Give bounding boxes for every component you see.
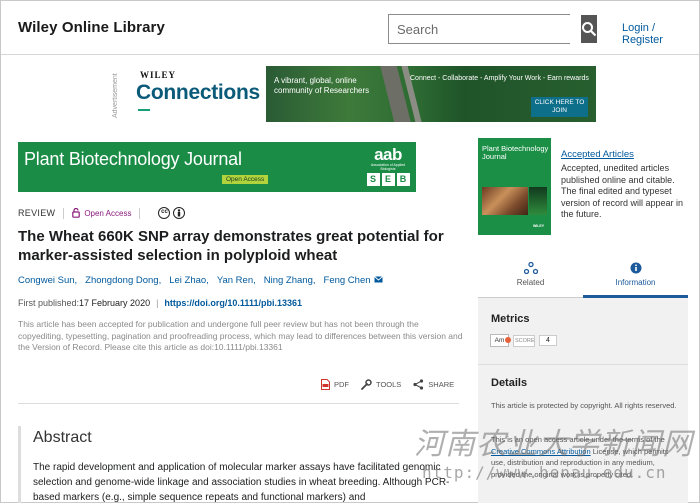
ad-brand: WILEY [140,70,177,80]
accepted-article-note: This article has been accepted for publi… [18,319,463,352]
sidebar-tabs: Related Information [478,256,688,298]
corresponding-author-mail-icon [374,276,383,283]
first-published-label: First published: [18,298,80,308]
metrics-heading: Metrics [491,313,530,325]
altmetric-badge: Am [490,334,511,347]
article-tools: PDF TOOLS SHARE [321,379,466,390]
login-register-link[interactable]: Login / Register [622,22,699,46]
ad-banner[interactable]: A vibrant, global, online community of R… [266,66,596,122]
attribution-icon [173,207,186,219]
abstract-text: The rapid development and application of… [33,462,450,503]
accepted-articles-description: Accepted, unedited articles published on… [561,163,684,219]
separator [139,207,141,219]
license-icons[interactable]: cc [158,207,186,219]
publication-info: First published: 17 February 2020 | http… [18,298,302,308]
ad-tagline: A vibrant, global, online community of R… [274,76,370,95]
journal-name: Plant Biotechnology Journal [24,149,242,169]
accepted-articles-link[interactable]: Accepted Articles [561,149,634,160]
cover-title: Plant Biotechnology Journal [482,144,549,161]
seb-letter: E [381,173,395,186]
separator [63,207,65,219]
tools-button[interactable]: TOOLS [361,379,401,390]
pdf-label: PDF [334,380,349,389]
author-link[interactable]: Yan Ren, [217,275,256,286]
ad-label: Advertisement [112,73,119,119]
cover-image-side [529,187,547,215]
watermark-url: http://www.henau.edu.cn [422,463,667,482]
info-icon [630,262,641,274]
cover-image [482,187,528,215]
separator: | [156,298,159,308]
ad-title: Connections [136,81,260,104]
author-link[interactable]: Feng Chen [324,275,384,286]
related-icon [523,262,538,274]
tools-label: TOOLS [376,380,402,389]
seb-letter: B [396,173,410,186]
seb-logo: S E B [364,173,412,186]
score-value: 4 [539,335,557,346]
search-button[interactable] [581,15,597,43]
search-box [388,14,597,44]
tab-information[interactable]: Information [583,256,688,298]
article-type-row: REVIEW Open Access cc [18,207,186,219]
author-link[interactable]: Lei Zhao, [169,275,209,286]
tab-label: Related [516,278,545,287]
journal-cover[interactable]: Plant Biotechnology Journal WILEY [478,138,551,235]
tab-related[interactable]: Related [478,256,583,297]
details-heading: Details [491,377,528,389]
pdf-icon [321,379,330,390]
seb-letter: S [366,173,380,186]
score-label: SCORE [513,334,535,347]
watermark-text: 河南农业大学新闻网 [414,427,693,462]
author-list: Congwei Sun, Zhongdong Dong, Lei Zhao, Y… [18,275,383,286]
journal-banner[interactable]: Plant Biotechnology Journal Open Access … [18,142,416,192]
first-published-date: 17 February 2020 [79,298,151,308]
ad-slogan: Connect - Collaborate - Amplify Your Wor… [410,75,589,82]
copyright-notice: This article is protected by copyright. … [491,401,677,410]
open-access-label[interactable]: Open Access [84,209,131,218]
society-logo: aab Association of Applied Biologists S … [364,146,412,188]
author-link[interactable]: Zhongdong Dong, [85,275,161,286]
article-type: REVIEW [18,208,56,218]
share-icon [413,379,424,390]
ad-underline [138,109,150,111]
cover-publisher: WILEY [533,224,545,228]
cc-icon: cc [158,207,171,219]
article-title: The Wheat 660K SNP array demonstrates gr… [18,228,444,264]
aab-logo-subtitle: Association of Applied Biologists [370,163,406,171]
site-logo[interactable]: Wiley Online Library [18,19,165,36]
author-name: Feng Chen [323,275,371,286]
site-header: Wiley Online Library Login / Register [1,1,699,55]
aab-logo-text: aab [374,145,402,164]
ad-join-button[interactable]: CLICK HERE TO JOIN [531,97,588,117]
doi-link[interactable]: https://doi.org/10.1111/pbi.13361 [164,298,302,308]
abstract-heading: Abstract [33,429,92,446]
share-label: SHARE [428,380,455,389]
ad-wiley-connections[interactable]: WILEY Connections [132,66,266,122]
share-button[interactable]: SHARE [413,379,454,390]
author-link[interactable]: Congwei Sun, [18,275,77,286]
tab-label: Information [615,278,656,287]
panel-divider [478,364,688,365]
search-icon [582,22,597,37]
abstract-accent-bar [18,426,21,503]
open-access-lock-icon [72,208,81,218]
pdf-button[interactable]: PDF [321,379,349,390]
altmetric-widget[interactable]: Am SCORE 4 [490,334,557,347]
content-divider [18,403,459,404]
author-link[interactable]: Ning Zhang, [264,275,316,286]
journal-open-access-tag: Open Access [222,175,269,184]
wrench-icon [361,379,372,390]
search-input[interactable] [389,15,581,43]
